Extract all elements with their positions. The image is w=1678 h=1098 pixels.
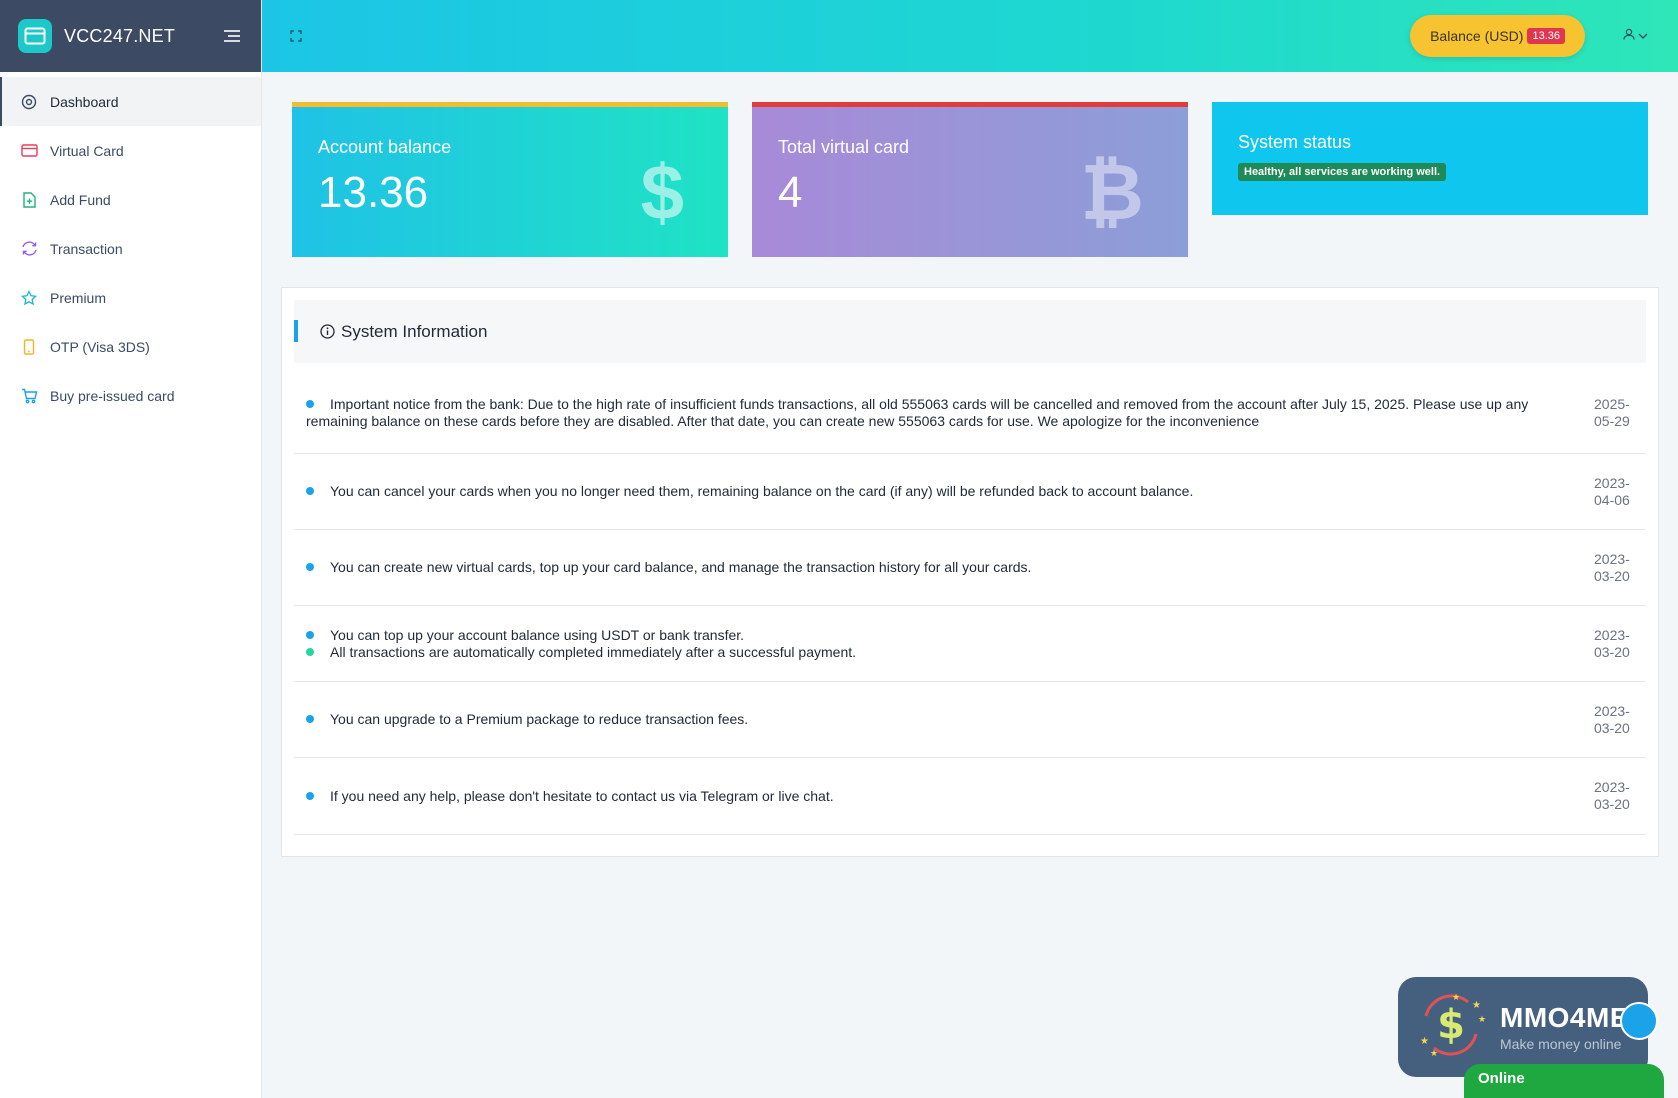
bullet-dot [306, 400, 314, 409]
svg-text:$: $ [1437, 1002, 1465, 1048]
sidebar-item-label: Virtual Card [50, 142, 124, 159]
sidebar-item-label: Premium [50, 289, 107, 306]
bullet-dot [306, 563, 314, 572]
svg-text:★: ★ [1478, 1014, 1486, 1024]
list-item: You can top up your account balance usin… [294, 606, 1646, 682]
top-header: Balance (USD) 13.36 [262, 0, 1678, 72]
section-title: System Information [341, 321, 488, 341]
system-information-panel: System Information Important notice from… [281, 287, 1659, 857]
shopping-cart-icon [20, 387, 38, 405]
bullet-dot [306, 647, 314, 656]
menu-toggle-icon[interactable] [221, 25, 243, 47]
info-date: 2023-03-20 [1594, 702, 1630, 736]
list-item: If you need any help, please don't hesit… [294, 758, 1646, 835]
credit-card-logo-icon[interactable] [18, 19, 52, 53]
watermark-text: MMO4ME Make money online [1500, 1002, 1629, 1052]
info-message: All transactions are automatically compl… [330, 643, 857, 660]
info-date: 2023-03-20 [1594, 779, 1630, 812]
sidebar-item-add-fund[interactable]: Add Fund [0, 175, 261, 224]
list-item: You can upgrade to a Premium package to … [294, 682, 1646, 758]
status-badge: Healthy, all services are working well. [1238, 163, 1447, 181]
list-item: Important notice from the bank: Due to t… [294, 363, 1646, 454]
bitcoin-icon: ₿ [1080, 148, 1144, 236]
file-plus-icon [20, 191, 38, 209]
brand-bar: VCC247.NET [0, 0, 261, 72]
balance-label: Balance (USD) [1430, 28, 1524, 44]
info-date: 2023-03-20 [1594, 550, 1630, 584]
account-balance-card: Account balance 13.36 $ [292, 102, 728, 257]
star-icon [20, 289, 38, 307]
info-date: 2023-04-06 [1594, 474, 1630, 508]
info-text: Important notice from the bank: Due to t… [306, 396, 1594, 430]
sidebar-item-label: Transaction [50, 240, 123, 257]
svg-text:★: ★ [1420, 1036, 1429, 1047]
refresh-icon [20, 240, 38, 258]
card-label: System status [1238, 132, 1352, 152]
target-icon [20, 93, 38, 111]
total-virtual-card-card: Total virtual card 4 ₿ [752, 102, 1188, 257]
info-message: Important notice from the bank: Due to t… [306, 396, 1529, 429]
bullet-dot [306, 791, 314, 800]
system-status-card: System status Healthy, all services are … [1212, 102, 1648, 215]
sidebar-item-label: OTP (Visa 3DS) [50, 338, 150, 355]
balance-badge: 13.36 [1527, 28, 1565, 44]
sidebar-item-label: Dashboard [50, 93, 119, 110]
info-message: You can cancel your cards when you no lo… [330, 483, 1194, 499]
svg-text:★: ★ [1430, 1048, 1438, 1058]
online-chat-button[interactable]: Online [1464, 1064, 1664, 1098]
sidebar-item-label: Buy pre-issued card [50, 387, 175, 404]
bullet-dot [306, 715, 314, 724]
bullet-dot [306, 487, 314, 496]
info-text: You can upgrade to a Premium package to … [306, 711, 1594, 728]
sidebar-nav: Dashboard Virtual Card Add Fund Transact… [0, 72, 261, 420]
sidebar-item-transaction[interactable]: Transaction [0, 224, 261, 273]
sidebar: VCC247.NET Dashboard Virtual Card Add Fu… [0, 0, 262, 1098]
list-item: You can cancel your cards when you no lo… [294, 454, 1646, 530]
fullscreen-icon[interactable] [286, 26, 306, 46]
info-message: You can create new virtual cards, top up… [330, 559, 1032, 575]
info-text: You can cancel your cards when you no lo… [306, 483, 1594, 500]
sidebar-item-virtual-card[interactable]: Virtual Card [0, 126, 261, 175]
system-information-header: System Information [294, 300, 1646, 363]
sidebar-item-otp[interactable]: OTP (Visa 3DS) [0, 322, 261, 371]
info-date: 2025-05-29 [1594, 396, 1630, 429]
dollar-stars-logo-icon: $ ★ ★ ★ ★ ★ [1412, 986, 1490, 1069]
sidebar-item-premium[interactable]: Premium [0, 273, 261, 322]
info-circle-icon [320, 324, 335, 339]
chevron-down-icon [1638, 27, 1648, 45]
user-menu-button[interactable] [1623, 27, 1648, 45]
mmo4me-watermark: $ ★ ★ ★ ★ ★ MMO4ME Make money online [1398, 977, 1648, 1077]
sidebar-item-label: Add Fund [50, 191, 111, 208]
watermark-title: MMO4ME [1500, 1002, 1629, 1033]
info-message: You can upgrade to a Premium package to … [330, 711, 749, 727]
credit-card-icon [20, 142, 38, 160]
system-information-list: Important notice from the bank: Due to t… [294, 363, 1646, 835]
list-item: You can create new virtual cards, top up… [294, 530, 1646, 606]
info-text: You can top up your account balance usin… [306, 627, 1594, 661]
chat-bubble-icon[interactable] [1620, 1002, 1658, 1040]
svg-text:★: ★ [1472, 1000, 1481, 1011]
info-date: 2023-03-20 [1594, 626, 1630, 660]
info-message: You can top up your account balance usin… [330, 626, 745, 643]
sidebar-item-dashboard[interactable]: Dashboard [0, 77, 261, 126]
smartphone-icon [20, 338, 38, 356]
user-icon [1623, 27, 1635, 45]
info-message: If you need any help, please don't hesit… [330, 787, 834, 804]
svg-text:★: ★ [1452, 992, 1460, 1002]
watermark-subtitle: Make money online [1500, 1036, 1622, 1052]
bullet-dot [306, 630, 314, 639]
dollar-icon: $ [640, 148, 684, 236]
info-text: If you need any help, please don't hesit… [306, 788, 1594, 805]
brand-name[interactable]: VCC247.NET [64, 26, 221, 47]
balance-button[interactable]: Balance (USD) 13.36 [1410, 15, 1585, 57]
sidebar-item-buy-pre-issued-card[interactable]: Buy pre-issued card [0, 371, 261, 420]
info-text: You can create new virtual cards, top up… [306, 559, 1594, 576]
